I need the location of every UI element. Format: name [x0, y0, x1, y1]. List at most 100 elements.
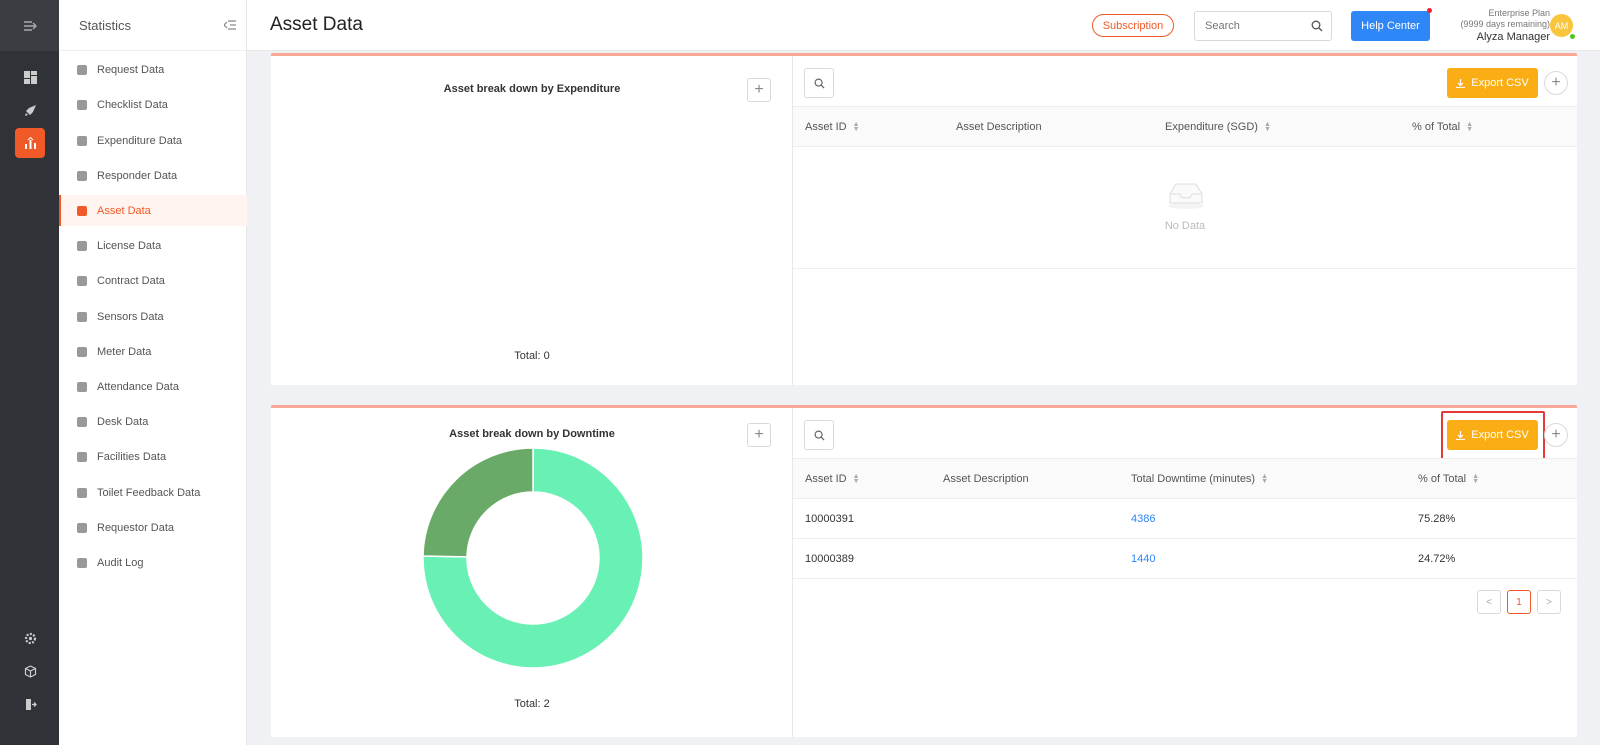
app-rail [0, 0, 59, 745]
expenditure-export-csv-button[interactable]: Export CSV [1447, 68, 1538, 98]
sidebar-item-responder-data[interactable]: Responder Data [59, 160, 247, 191]
download-icon [1456, 78, 1466, 88]
sidebar-item-label: Responder Data [97, 169, 178, 182]
sidebar-item-label: Desk Data [97, 415, 149, 428]
donut-slice-10000389[interactable] [422, 447, 534, 558]
sidebar-item-label: Asset Data [97, 204, 151, 217]
chevron-right-icon: > [1546, 596, 1552, 608]
column-header: Asset Description [943, 473, 1029, 485]
user-icon [77, 170, 87, 181]
sidebar-item-desk-data[interactable]: Desk Data [59, 406, 247, 437]
rocket-icon[interactable] [15, 95, 45, 125]
sidebar-item-label: License Data [97, 239, 162, 252]
table-row: 10000391 4386 75.28% [793, 499, 1577, 539]
plus-icon: + [1551, 426, 1561, 443]
sort-icon[interactable]: ▲ ▼ [853, 473, 860, 485]
table-row: 10000389 1440 24.72% [793, 539, 1577, 579]
help-center-button[interactable]: Help Center [1351, 11, 1430, 41]
downtime-chart-total: Total: 2 [514, 698, 550, 710]
expenditure-table-header: Asset ID ▲ ▼ Asset Description Expenditure… [793, 106, 1577, 147]
attendance-icon [77, 381, 87, 392]
search-icon[interactable] [1311, 20, 1323, 32]
collapse-sidebar-icon[interactable] [224, 20, 236, 30]
downtime-link[interactable]: 1440 [1131, 553, 1155, 565]
plan-remaining: (9999 days remaining) [1460, 19, 1550, 29]
expenditure-chart-area: Asset break down by Expenditure + Total:… [271, 56, 793, 385]
search-input[interactable] [1195, 12, 1305, 40]
sidebar-header: Statistics [59, 0, 246, 51]
user-name[interactable]: Alyza Manager [1438, 30, 1550, 44]
desk-icon [77, 416, 87, 427]
menu-toggle[interactable] [0, 0, 59, 51]
sort-icon[interactable]: ▲ ▼ [1472, 473, 1479, 485]
downtime-table-add-button[interactable]: + [1544, 423, 1568, 447]
sidebar-item-label: Audit Log [97, 556, 144, 569]
sidebar-item-toilet-feedback-data[interactable]: Toilet Feedback Data [59, 477, 247, 508]
downtime-link[interactable]: 4386 [1131, 513, 1155, 525]
downtime-chart-title: Asset break down by Downtime [449, 428, 615, 440]
settings-icon[interactable] [15, 623, 45, 653]
prev-page-button[interactable]: < [1477, 590, 1501, 614]
menu-collapse-icon [23, 20, 37, 31]
sidebar-item-label: Toilet Feedback Data [97, 486, 201, 499]
expenditure-table-search-button[interactable] [804, 68, 834, 98]
no-data-text: No Data [1164, 220, 1206, 232]
column-header[interactable]: % of Total ▲ ▼ [1412, 121, 1473, 133]
dashboard-icon[interactable] [15, 62, 45, 92]
column-header[interactable]: % of Total ▲ ▼ [1418, 473, 1479, 485]
sidebar-item-meter-data[interactable]: Meter Data [59, 336, 247, 367]
sidebar-item-checklist-data[interactable]: Checklist Data [59, 89, 247, 120]
expenditure-chart-total: Total: 0 [514, 350, 550, 362]
sidebar-item-asset-data[interactable]: Asset Data [59, 195, 247, 226]
column-header[interactable]: Total Downtime (minutes) ▲ ▼ [1131, 473, 1268, 485]
downtime-panel: Asset break down by Downtime + Total: 2 … [271, 405, 1577, 737]
column-header: Asset Description [956, 121, 1042, 133]
sidebar-item-facilities-data[interactable]: Facilities Data [59, 441, 247, 472]
statistics-sidebar: Statistics Request Data Checklist Data Exp… [59, 0, 247, 745]
sidebar-item-label: Checklist Data [97, 98, 168, 111]
highlight-box [1441, 411, 1545, 460]
sidebar-item-sensors-data[interactable]: Sensors Data [59, 301, 247, 332]
expenditure-chart-add-button[interactable]: + [747, 78, 771, 102]
smile-icon [77, 522, 87, 533]
column-header[interactable]: Asset ID ▲ ▼ [805, 473, 860, 485]
wallet-icon [77, 135, 87, 146]
notification-dot [1427, 8, 1432, 13]
search-icon [814, 78, 825, 89]
column-header[interactable]: Expenditure (SGD) ▲ ▼ [1165, 121, 1271, 133]
sort-icon[interactable]: ▲ ▼ [1261, 473, 1268, 485]
plus-icon: + [754, 81, 764, 98]
page-number-button[interactable]: 1 [1507, 590, 1531, 614]
export-csv-label: Export CSV [1471, 77, 1529, 89]
sidebar-item-label: Expenditure Data [97, 134, 182, 147]
expenditure-chart-title: Asset break down by Expenditure [443, 83, 621, 95]
column-header[interactable]: Asset ID ▲ ▼ [805, 121, 860, 133]
logout-icon[interactable] [15, 689, 45, 719]
sidebar-item-label: Sensors Data [97, 310, 164, 323]
checklist-icon [77, 99, 87, 110]
downtime-table-search-button[interactable] [804, 420, 834, 450]
calendar-icon [77, 451, 87, 462]
next-page-button[interactable]: > [1537, 590, 1561, 614]
subscription-button[interactable]: Subscription [1092, 14, 1174, 37]
online-status-dot [1569, 33, 1576, 40]
sidebar-item-contract-data[interactable]: Contract Data [59, 265, 247, 296]
page-title: Asset Data [270, 14, 363, 35]
sidebar-item-attendance-data[interactable]: Attendance Data [59, 371, 247, 402]
sort-icon[interactable]: ▲ ▼ [1264, 121, 1271, 133]
wifi-icon [77, 311, 87, 322]
sidebar-item-audit-log[interactable]: Audit Log [59, 547, 247, 578]
percent-cell: 75.28% [1418, 513, 1456, 525]
inbox-icon [1168, 183, 1204, 209]
sidebar-item-expenditure-data[interactable]: Expenditure Data [59, 125, 247, 156]
downtime-chart-add-button[interactable]: + [747, 423, 771, 447]
expenditure-table-add-button[interactable]: + [1544, 71, 1568, 95]
sidebar-item-requestor-data[interactable]: Requestor Data [59, 512, 247, 543]
sidebar-item-license-data[interactable]: License Data [59, 230, 247, 261]
box-icon[interactable] [15, 656, 45, 686]
statistics-icon[interactable] [15, 128, 45, 158]
sort-icon[interactable]: ▲ ▼ [853, 121, 860, 133]
sidebar-item-request-data[interactable]: Request Data [59, 54, 247, 85]
expenditure-panel: Asset break down by Expenditure + Total:… [271, 53, 1577, 385]
sort-icon[interactable]: ▲ ▼ [1466, 121, 1473, 133]
